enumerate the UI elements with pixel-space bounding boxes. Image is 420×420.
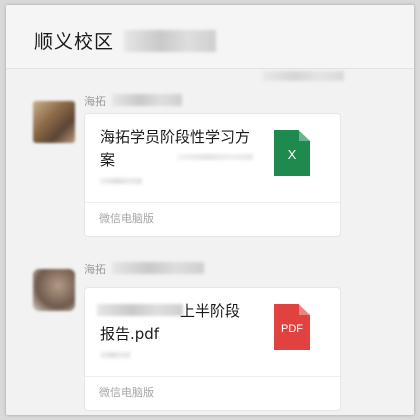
- sender-name: 海拓: [84, 95, 106, 108]
- chat-header: 顺义校区: [6, 5, 414, 69]
- excel-icon: X: [274, 130, 310, 176]
- chat-window: 顺义校区 海拓 海拓学员阶段性学习方案 X 微信电脑版 海拓 上半阶段报告.pd…: [6, 5, 414, 415]
- card-divider: [85, 202, 340, 203]
- redacted-file-name-part: [177, 154, 253, 160]
- sender-name: 海拓: [84, 263, 106, 276]
- file-card[interactable]: 上半阶段报告.pdf PDF 微信电脑版: [84, 287, 341, 411]
- redacted-sender-name: [112, 262, 204, 274]
- avatar[interactable]: [33, 101, 75, 143]
- card-footer: 微信电脑版: [99, 386, 154, 399]
- card-footer: 微信电脑版: [99, 212, 154, 225]
- redacted-file-size: [100, 352, 130, 358]
- file-name: 上半阶段报告.pdf: [100, 302, 241, 343]
- redacted-title-suffix: [124, 30, 216, 52]
- excel-icon-label: X: [287, 147, 297, 162]
- chat-title: 顺义校区: [34, 31, 115, 53]
- file-name: 海拓学员阶段性学习方案: [100, 128, 251, 169]
- file-card[interactable]: 海拓学员阶段性学习方案 X 微信电脑版: [84, 113, 341, 237]
- pdf-icon: PDF: [274, 304, 310, 350]
- redacted-file-size: [100, 178, 142, 184]
- redacted-timestamp: [262, 71, 344, 81]
- redacted-sender-name: [112, 94, 182, 106]
- avatar[interactable]: [33, 269, 75, 311]
- pdf-icon-label: PDF: [281, 323, 303, 335]
- card-divider: [85, 376, 340, 377]
